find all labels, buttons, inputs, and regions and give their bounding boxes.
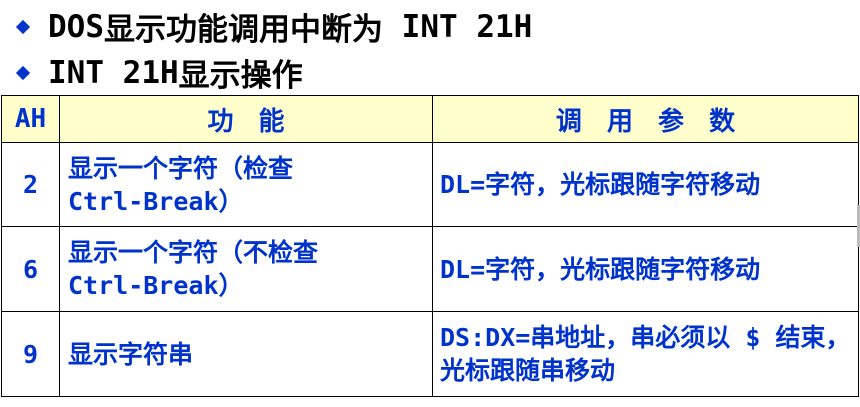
cell-params: DS:DX=串地址，串必须以 $ 结束，光标跟随串移动 — [432, 311, 859, 397]
function-line1: 显示一个字符（不检查 — [68, 238, 319, 267]
cell-ah: 6 — [1, 226, 60, 312]
cell-params: DL=字符，光标跟随字符移动 — [432, 142, 859, 227]
table-row: 2 显示一个字符（检查 Ctrl-Break） DL=字符，光标跟随字符移动 — [1, 142, 859, 227]
header-params: 调 用 参 数 — [432, 95, 859, 143]
bullet-line1-prefix: DOS — [48, 8, 104, 45]
function-line2: Ctrl-Break） — [68, 186, 244, 216]
cell-function: 显示一个字符（检查 Ctrl-Break） — [59, 142, 433, 227]
bullet-line2-code: INT 21H — [48, 54, 179, 91]
dos-function-table: AH 功 能 调 用 参 数 2 显示一个字符（检查 Ctrl-Break） D… — [1, 95, 859, 397]
header-function: 功 能 — [59, 95, 433, 143]
bullet-line1-text: 显示功能调用中断为 — [104, 12, 383, 48]
cell-function: 显示字符串 — [59, 311, 433, 397]
bullet-line2-text: 显示操作 — [178, 58, 303, 94]
params-text: DS:DX=串地址，串必须以 $ 结束，光标跟随串移动 — [440, 323, 851, 385]
table-row: 9 显示字符串 DS:DX=串地址，串必须以 $ 结束，光标跟随串移动 — [1, 311, 859, 397]
bullet-item-int21h-display: INT 21H 显示操作 — [15, 50, 303, 95]
header-ah: AH — [1, 95, 60, 143]
diamond-bullet-icon — [15, 65, 31, 80]
table-header-row: AH 功 能 调 用 参 数 — [1, 95, 859, 143]
bullet-item-dos-interrupt: DOS 显示功能调用中断为 INT 21H — [15, 4, 533, 49]
table-row: 6 显示一个字符（不检查 Ctrl-Break） DL=字符，光标跟随字符移动 — [1, 226, 859, 312]
function-line1: 显示一个字符（检查 — [68, 153, 294, 183]
diamond-bullet-icon — [15, 19, 31, 34]
cell-ah: 9 — [1, 311, 60, 397]
cell-ah: 2 — [1, 142, 60, 227]
function-line1: 显示字符串 — [68, 339, 194, 369]
bullet-line1-code: INT 21H — [383, 8, 533, 45]
cell-params: DL=字符，光标跟随字符移动 — [432, 226, 859, 312]
function-line2: Ctrl-Break） — [68, 271, 244, 300]
cell-function: 显示一个字符（不检查 Ctrl-Break） — [59, 226, 433, 312]
